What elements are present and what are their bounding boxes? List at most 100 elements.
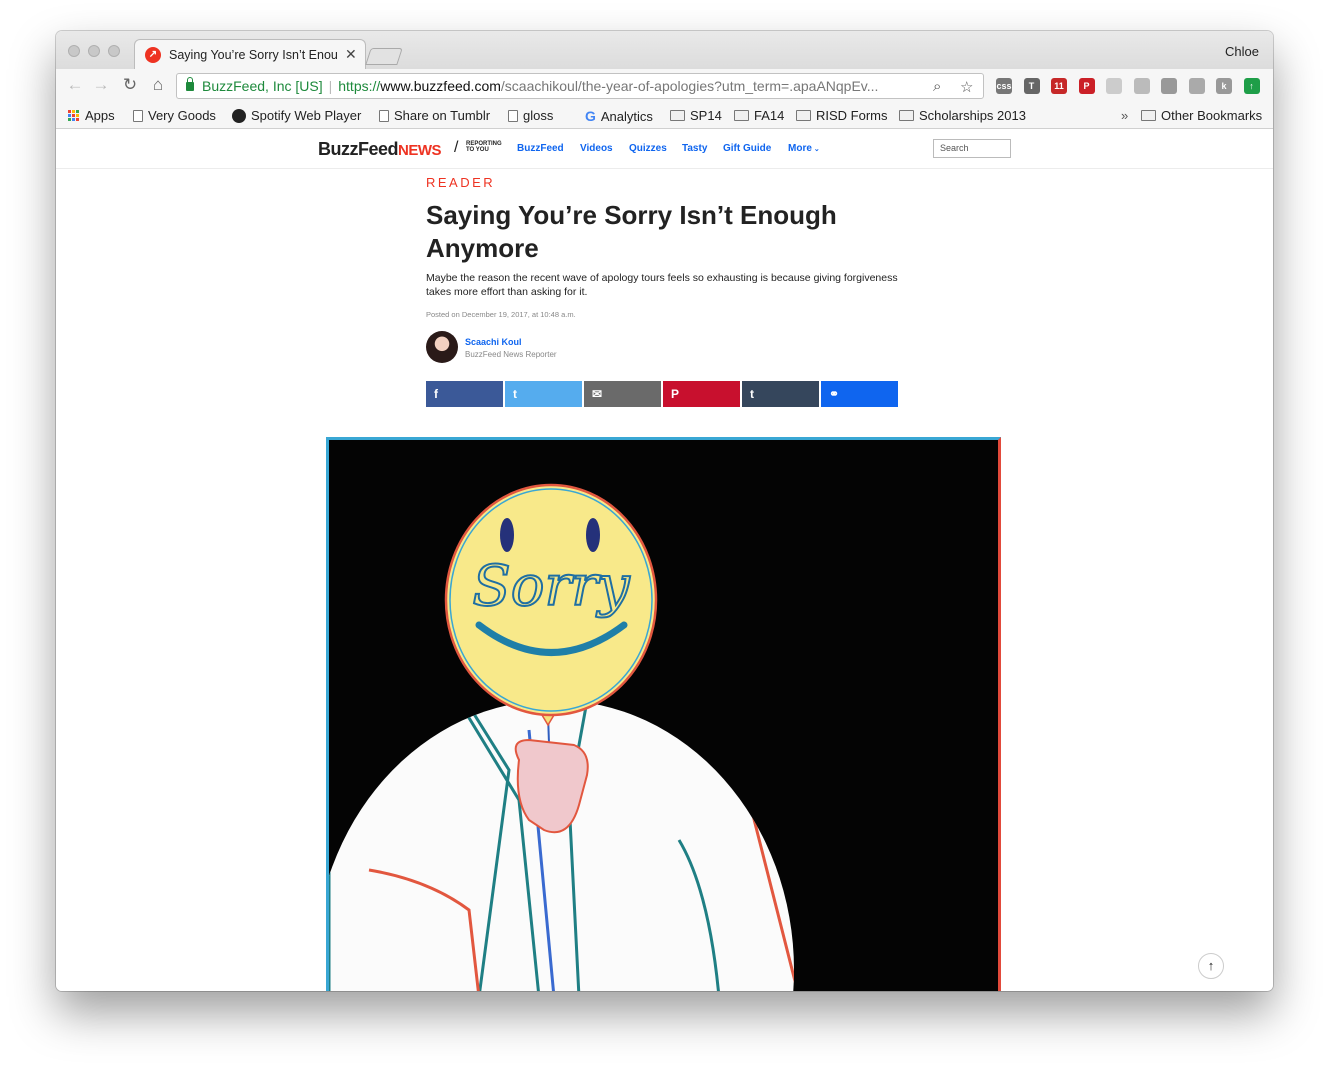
other-bookmarks-folder[interactable]: Other Bookmarks — [1141, 108, 1262, 123]
twitter-icon: t — [513, 387, 517, 401]
balloon-text: Sorry — [472, 554, 631, 619]
nav-more-label: More — [788, 143, 812, 154]
nav-tasty[interactable]: Tasty — [682, 143, 707, 154]
page-viewport: BuzzFeedNEWS / REPORTING TO YOU BuzzFeed… — [56, 129, 1273, 991]
new-tab-button[interactable] — [365, 48, 403, 65]
article-headline: Saying You’re Sorry Isn’t Enough Anymore — [426, 200, 837, 263]
folder-icon — [796, 110, 811, 121]
author-name[interactable]: Scaachi Koul — [465, 337, 522, 347]
css-icon[interactable]: css — [996, 78, 1012, 94]
minimize-window-icon[interactable] — [88, 45, 100, 57]
url-path: /scaachikoul/the-year-of-apologies?utm_t… — [500, 78, 879, 94]
title-bar: ↗ Saying You’re Sorry Isn’t Enou ✕ Chloe — [56, 31, 1273, 69]
pinterest-share-button[interactable]: P — [663, 381, 740, 407]
bookmark-item[interactable]: Share on Tumblr — [379, 108, 490, 123]
tab-title: Saying You’re Sorry Isn’t Enou — [169, 47, 338, 62]
nav-videos[interactable]: Videos — [580, 143, 613, 154]
page-icon — [508, 109, 518, 122]
bookmarks-overflow-button[interactable]: » — [1121, 108, 1128, 123]
bookmark-star-icon[interactable]: ☆ — [960, 78, 973, 96]
link-icon: ⚭ — [829, 387, 840, 401]
k-icon[interactable]: k — [1216, 78, 1232, 94]
zoom-window-icon[interactable] — [108, 45, 120, 57]
drive-icon[interactable] — [1188, 78, 1205, 94]
tagline: REPORTING TO YOU — [466, 141, 502, 153]
facebook-share-button[interactable]: f — [426, 381, 503, 407]
browser-toolbar: ← → ↻ ⌂ BuzzFeed, Inc [US] | https:// ww… — [56, 69, 1273, 103]
folder-icon — [670, 110, 685, 121]
bookmark-label: Share on Tumblr — [394, 108, 491, 123]
logo-slash: / — [454, 139, 459, 156]
bookmark-item[interactable]: FA14 — [734, 108, 784, 123]
author-role: BuzzFeed News Reporter — [465, 350, 557, 359]
bookmark-item[interactable]: RISD Forms — [796, 108, 888, 123]
other-bookmarks-label: Other Bookmarks — [1161, 108, 1263, 123]
bookmark-item[interactable]: G Analytics — [585, 108, 653, 124]
url-host: www.buzzfeed.com — [380, 78, 501, 94]
dropbox-icon[interactable] — [1161, 78, 1177, 94]
forward-arrow-icon[interactable]: → — [90, 75, 112, 95]
buzzfeed-favicon-icon: ↗ — [145, 46, 161, 63]
tagline-line-2: TO YOU — [466, 147, 489, 153]
bookmark-label: SP14 — [690, 108, 722, 123]
avatar[interactable] — [426, 331, 458, 363]
bookmark-item[interactable]: Very Goods — [133, 108, 216, 123]
bookmark-label: RISD Forms — [816, 108, 888, 123]
back-to-top-button[interactable]: ↑ — [1198, 953, 1224, 979]
google-icon: G — [585, 108, 596, 124]
folder-icon — [734, 110, 749, 121]
facebook-icon: f — [434, 387, 438, 401]
folder-icon — [1141, 110, 1156, 121]
bookmark-item[interactable]: Scholarships 2013 — [899, 108, 1026, 123]
bookmark-label: gloss — [523, 108, 554, 123]
bookmark-item[interactable]: gloss — [508, 108, 553, 123]
reload-icon[interactable]: ↻ — [119, 75, 141, 95]
spotify-icon — [232, 108, 246, 123]
tumblr-share-button[interactable]: t — [742, 381, 819, 407]
search-icon[interactable]: ⌕ — [933, 78, 941, 95]
nav-more[interactable]: More ⌄ — [788, 143, 820, 154]
close-window-icon[interactable] — [68, 45, 80, 57]
search-input[interactable]: Search — [933, 139, 1011, 158]
email-icon: ✉ — [592, 387, 603, 401]
bookmark-item[interactable]: SP14 — [670, 108, 722, 123]
page-icon — [133, 109, 143, 122]
extension-icon[interactable] — [1133, 78, 1150, 94]
address-separator: | — [328, 78, 333, 94]
nav-gift-guide[interactable]: Gift Guide — [723, 143, 771, 154]
address-bar[interactable]: BuzzFeed, Inc [US] | https:// www.buzzfe… — [176, 73, 984, 99]
tab-close-icon[interactable]: ✕ — [345, 46, 357, 63]
article-kicker[interactable]: READER — [426, 175, 495, 190]
bookmark-label: FA14 — [754, 108, 785, 123]
twitter-share-button[interactable]: t — [505, 381, 582, 407]
back-arrow-icon[interactable]: ← — [64, 75, 86, 95]
home-icon[interactable]: ⌂ — [147, 75, 169, 95]
extension-icon[interactable] — [1106, 78, 1122, 94]
buzzfeed-news-logo[interactable]: BuzzFeedNEWS — [318, 139, 442, 160]
link-share-button[interactable]: ⚭ — [821, 381, 898, 407]
logo-news: NEWS — [398, 142, 442, 159]
upload-icon[interactable]: ↑ — [1243, 78, 1260, 94]
tumblr-icon: t — [750, 387, 754, 401]
nav-buzzfeed[interactable]: BuzzFeed — [517, 143, 564, 154]
calendar-icon[interactable]: 11 — [1051, 78, 1067, 94]
nav-quizzes[interactable]: Quizzes — [629, 143, 667, 154]
lock-icon — [186, 76, 194, 91]
page-icon — [379, 109, 389, 122]
folder-icon — [899, 110, 914, 121]
bookmark-label: Analytics — [600, 108, 653, 124]
bookmark-label: Apps — [85, 108, 115, 123]
email-share-button[interactable]: ✉ — [584, 381, 661, 407]
bookmark-item[interactable]: Apps — [68, 108, 115, 123]
chevron-down-icon: ⌄ — [811, 146, 820, 153]
pinterest-icon[interactable]: P — [1078, 78, 1095, 94]
hero-illustration: Sorry — [326, 437, 1001, 991]
sorry-balloon-illustration: Sorry — [327, 483, 794, 991]
bookmark-item[interactable]: Spotify Web Player — [232, 108, 361, 123]
text-icon[interactable]: T — [1023, 78, 1040, 94]
site-identity[interactable]: BuzzFeed, Inc [US] — [202, 78, 323, 94]
browser-tab[interactable]: ↗ Saying You’re Sorry Isn’t Enou ✕ — [134, 39, 366, 69]
posted-timestamp: Posted on December 19, 2017, at 10:48 a.… — [426, 310, 576, 319]
profile-name[interactable]: Chloe — [1225, 44, 1259, 59]
logo-main: BuzzFeed — [318, 139, 399, 159]
